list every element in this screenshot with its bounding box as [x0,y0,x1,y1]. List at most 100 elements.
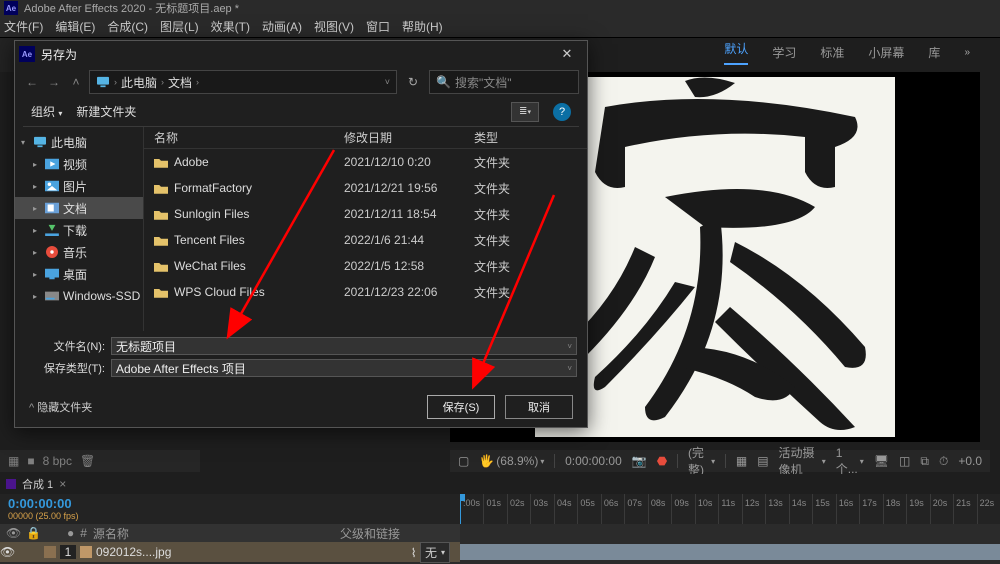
file-list-row[interactable]: Tencent Files2022/1/6 21:44文件夹 [144,227,587,253]
status-mouse-icon[interactable]: ▢ [458,454,469,468]
menu-window[interactable]: 窗口 [366,18,390,35]
hide-folders-toggle[interactable]: 隐藏文件夹 [29,399,92,415]
status-tool1-icon[interactable]: 🖥 [874,454,889,468]
menu-file[interactable]: 文件(F) [4,18,43,35]
menu-layer[interactable]: 图层(L) [160,18,199,35]
comp-tab-label[interactable]: 合成 1 [22,476,53,492]
ruler-tick: 17s [859,494,882,524]
caret-right-icon[interactable]: ▸ [33,182,41,191]
ws-tab-standard[interactable]: 标准 [820,44,844,61]
col-date[interactable]: 修改日期 [344,129,474,146]
ws-tab-learn[interactable]: 学习 [772,44,796,61]
caret-right-icon[interactable]: ▸ [33,226,41,235]
ws-overflow-icon[interactable]: » [964,47,970,58]
file-list-row[interactable]: Adobe2021/12/10 0:20文件夹 [144,149,587,175]
status-guides-icon[interactable]: ▤ [757,454,768,468]
savetype-dropdown[interactable]: Adobe After Effects 项目 ˅ [111,359,577,377]
ws-tab-library[interactable]: 库 [928,44,940,61]
layer-label-swatch[interactable] [44,546,56,558]
workspace-tabs: 默认 学习 标准 小屏幕 库 » [708,38,1000,66]
col-type[interactable]: 类型 [474,129,587,146]
help-button[interactable]: ? [553,103,571,121]
organize-button[interactable]: 组织 ▾ [31,103,62,120]
status-tool3-icon[interactable]: ⧉ [920,454,929,469]
menu-view[interactable]: 视图(V) [314,18,354,35]
layer-bar[interactable] [460,544,1000,560]
comp-tab-close-icon[interactable]: × [59,477,66,491]
refresh-button[interactable]: ↻ [401,70,425,94]
status-clock-icon[interactable]: ⏱ [939,454,948,469]
col-name[interactable]: 名称 [144,129,344,146]
status-grid-icon[interactable]: ▦ [736,454,747,468]
menu-help[interactable]: 帮助(H) [402,18,443,35]
tree-music[interactable]: ▸音乐 [15,241,143,263]
path-dropdown-icon[interactable]: ˅ [385,77,390,87]
chevron-down-icon[interactable]: ˅ [567,342,572,351]
path-bar[interactable]: › 此电脑 › 文档 › ˅ [89,70,397,94]
cancel-button[interactable]: 取消 [505,395,573,419]
chevron-down-icon[interactable]: ˅ [567,364,572,373]
footer-bpc[interactable]: 8 bpc [43,454,72,468]
timeline-playhead[interactable] [460,494,461,524]
tree-pictures[interactable]: ▸图片 [15,175,143,197]
caret-right-icon[interactable]: ▸ [33,292,41,301]
timeline-track-area[interactable] [460,524,1000,564]
tree-drive[interactable]: ▸Windows-SSD [15,285,143,307]
timeline-ruler[interactable]: :00s01s02s03s04s05s06s07s08s09s10s11s12s… [460,494,1000,524]
layer-name[interactable]: 092012s....jpg [96,545,171,559]
file-list-row[interactable]: WeChat Files2022/1/5 12:58文件夹 [144,253,587,279]
status-exposure[interactable]: +0.0 [958,454,982,468]
footer-icon2[interactable]: ■ [27,454,34,468]
caret-right-icon[interactable]: ▸ [33,248,41,257]
footer-trash-icon[interactable]: 🗑 [80,454,95,468]
ruler-tick: 03s [530,494,553,524]
dialog-close-icon[interactable]: ✕ [551,46,583,62]
footer-icon1[interactable]: ▦ [8,454,19,468]
status-zoom[interactable]: 🖐(68.9%)▾ [479,454,544,468]
nav-back-icon[interactable]: ← [23,75,41,89]
tree-downloads[interactable]: ▸下载 [15,219,143,241]
status-timecode[interactable]: 0:00:00:00 [565,454,622,468]
save-button[interactable]: 保存(S) [427,395,495,419]
caret-right-icon[interactable]: ▸ [33,160,41,169]
row-type: 文件夹 [474,180,587,197]
caret-down-icon[interactable]: ▾ [21,138,29,147]
tree-videos[interactable]: ▸视频 [15,153,143,175]
caret-right-icon[interactable]: ▸ [33,204,41,213]
menu-anim[interactable]: 动画(A) [262,18,302,35]
tree-documents[interactable]: ▸文档 [15,197,143,219]
layer-parent-dropdown[interactable]: 无 ▾ [420,542,450,563]
dialog-navbar: ← → ˄ › 此电脑 › 文档 › ˅ ↻ 🔍 搜索"文档" [15,67,587,97]
timeline-timecode[interactable]: 0:00:00:00 [8,496,452,511]
ws-tab-default[interactable]: 默认 [724,40,748,65]
status-snapshot-icon[interactable]: 📷 [632,454,647,468]
menu-effect[interactable]: 效果(T) [211,18,250,35]
view-mode-button[interactable]: ≣ ▾ [511,102,539,122]
status-resolution[interactable]: (完整)▾ [688,444,715,478]
tree-label: 桌面 [63,266,87,283]
status-channel-icon[interactable]: ⬣ [657,454,667,468]
file-list-row[interactable]: WPS Cloud Files2021/12/23 22:06文件夹 [144,279,587,305]
status-views[interactable]: 1个...▾ [836,446,864,477]
filename-input[interactable]: 无标题项目 ˅ [111,337,577,355]
search-field[interactable]: 🔍 搜索"文档" [429,70,579,94]
nav-forward-icon[interactable]: → [45,75,63,89]
file-list-row[interactable]: Sunlogin Files2021/12/11 18:54文件夹 [144,201,587,227]
nav-up-icon[interactable]: ˄ [67,75,85,89]
newfolder-button[interactable]: 新建文件夹 [76,103,136,120]
path-docs[interactable]: 文档 [168,74,192,91]
path-pc[interactable]: 此电脑 [121,74,157,91]
pickwhip-icon[interactable]: ⌇ [411,546,417,560]
layer-eye-icon[interactable]: 👁 [0,545,14,559]
status-tool2-icon[interactable]: ◫ [899,454,910,468]
tree-this-pc[interactable]: ▾ 此电脑 [15,131,143,153]
file-list-row[interactable]: FormatFactory2021/12/21 19:56文件夹 [144,175,587,201]
tree-desktop[interactable]: ▸ 桌面 [15,263,143,285]
status-camera[interactable]: 活动摄像机▾ [779,444,826,478]
ws-tab-small[interactable]: 小屏幕 [868,44,904,61]
layer-row-1[interactable]: 👁 1 092012s....jpg ⌇ 无 ▾ [0,542,460,562]
row-date: 2021/12/21 19:56 [344,181,474,195]
menu-edit[interactable]: 编辑(E) [55,18,95,35]
caret-right-icon[interactable]: ▸ [33,270,41,279]
menu-comp[interactable]: 合成(C) [107,18,148,35]
